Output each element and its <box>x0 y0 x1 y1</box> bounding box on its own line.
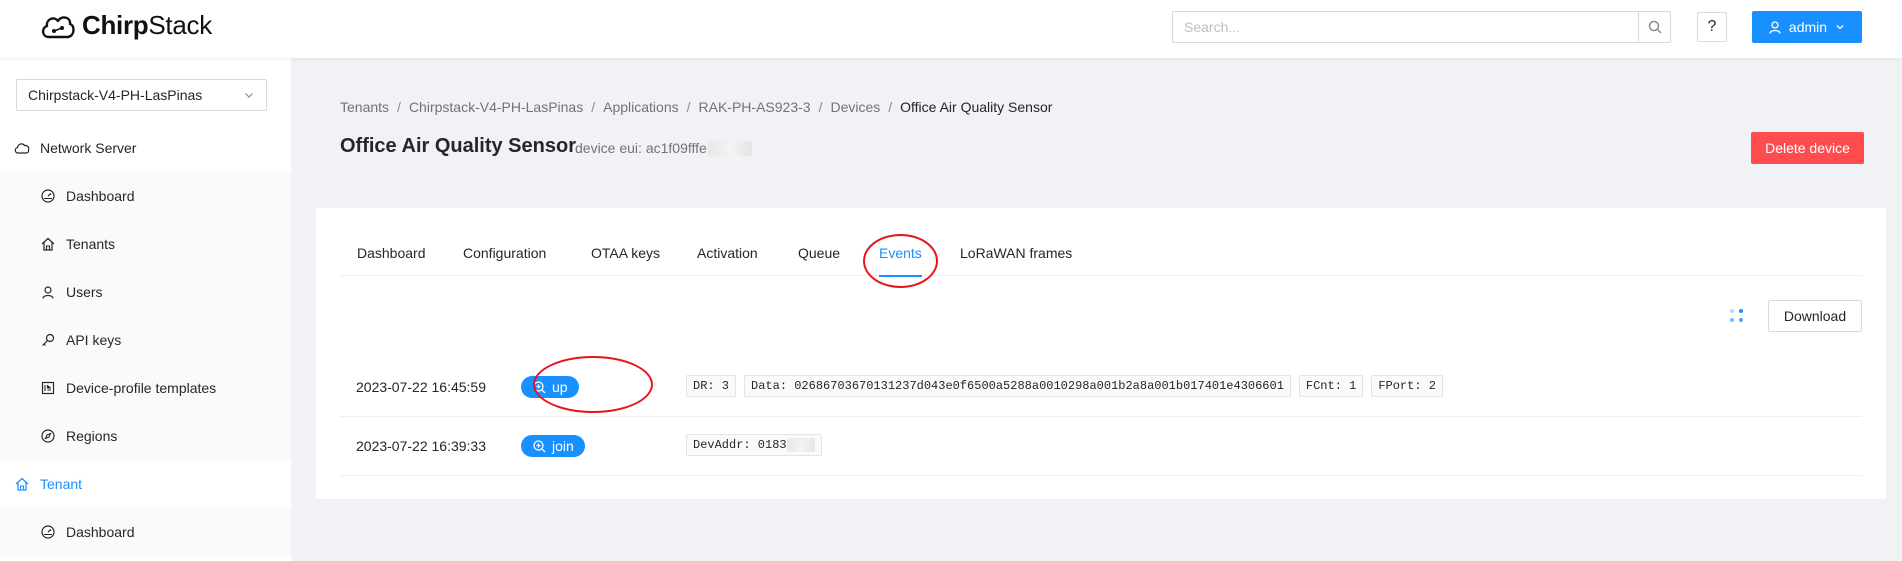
download-button[interactable]: Download <box>1768 300 1862 332</box>
breadcrumb-separator: / <box>686 99 691 115</box>
device-eui-text: device eui: ac1f09fffe <box>575 140 707 156</box>
device-card: Dashboard Configuration OTAA keys Activa… <box>316 208 1886 499</box>
tab-otaa-keys[interactable]: OTAA keys <box>591 230 660 276</box>
sidebar-item-ns-dashboard[interactable]: Dashboard <box>0 172 291 220</box>
breadcrumb-devices[interactable]: Devices <box>830 99 880 115</box>
event-code-data: Data: 02686703670131237d043e0f6500a5288a… <box>744 375 1291 397</box>
chevron-down-icon <box>1836 25 1844 30</box>
event-time: 2023-07-22 16:45:59 <box>356 379 486 395</box>
event-type-tag-up[interactable]: up <box>521 376 579 398</box>
compass-icon <box>40 428 56 444</box>
tenant-select[interactable]: Chirpstack-V4-PH-LasPinas <box>16 79 267 111</box>
page-title: Office Air Quality Sensor <box>340 135 576 157</box>
breadcrumb-tenant[interactable]: Chirpstack-V4-PH-LasPinas <box>409 99 583 115</box>
loading-spinner-icon <box>1730 309 1744 323</box>
event-details: DR: 3 Data: 02686703670131237d043e0f6500… <box>686 375 1443 397</box>
tab-events[interactable]: Events <box>879 230 922 277</box>
event-code-dr: DR: 3 <box>686 375 737 397</box>
event-time: 2023-07-22 16:39:33 <box>356 438 486 454</box>
chevron-down-icon <box>243 89 255 101</box>
tenant-select-value: Chirpstack-V4-PH-LasPinas <box>28 87 203 103</box>
event-type-label: up <box>552 379 568 395</box>
redacted-block <box>707 140 752 156</box>
zoom-in-icon <box>533 439 546 452</box>
tab-activation[interactable]: Activation <box>697 230 758 276</box>
home-icon <box>14 476 30 492</box>
breadcrumb-application[interactable]: RAK-PH-AS923-3 <box>699 99 811 115</box>
sidebar-item-regions[interactable]: Regions <box>0 412 291 460</box>
dashboard-icon <box>40 524 56 540</box>
sidebar-item-tenant-dashboard[interactable]: Dashboard <box>0 508 291 556</box>
tab-bar: Dashboard Configuration OTAA keys Activa… <box>340 230 1862 277</box>
chirpstack-logo-icon <box>41 15 75 38</box>
event-code-devaddr: DevAddr: 0183 <box>686 434 822 456</box>
breadcrumb-separator: / <box>397 99 401 115</box>
template-icon <box>40 380 56 396</box>
key-icon <box>40 332 56 348</box>
sidebar-item-device-profile-templates[interactable]: Device-profile templates <box>0 364 291 412</box>
dashboard-icon <box>40 188 56 204</box>
breadcrumb-current: Office Air Quality Sensor <box>900 99 1053 115</box>
sidebar-item-label: Dashboard <box>66 524 135 540</box>
sidebar-item-label: Tenants <box>66 236 116 252</box>
tab-queue[interactable]: Queue <box>798 230 840 276</box>
sidebar-item-label: Dashboard <box>66 188 135 204</box>
sidebar-item-users[interactable]: Users <box>0 268 291 316</box>
menu-group-network-server[interactable]: Network Server <box>0 124 291 172</box>
help-button[interactable]: ? <box>1697 12 1727 42</box>
breadcrumb: Tenants / Chirpstack-V4-PH-LasPinas / Appl… <box>340 99 1052 115</box>
home-icon <box>40 236 56 252</box>
event-row: 2023-07-22 16:45:59 up DR: 3 Data: 02686… <box>340 358 1862 417</box>
question-icon: ? <box>1707 18 1717 35</box>
search-icon <box>1648 20 1662 34</box>
event-row: 2023-07-22 16:39:33 join DevAddr: 0183 <box>340 417 1862 476</box>
sidebar: Chirpstack-V4-PH-LasPinas Network Server… <box>0 58 291 561</box>
breadcrumb-separator: / <box>591 99 596 115</box>
sidebar-item-api-keys[interactable]: API keys <box>0 316 291 364</box>
tab-lorawan-frames[interactable]: LoRaWAN frames <box>960 230 1072 276</box>
zoom-in-icon <box>533 380 546 393</box>
redacted-block <box>786 438 815 452</box>
cloud-icon <box>14 140 30 156</box>
menu-group-label: Network Server <box>40 140 137 156</box>
event-type-label: join <box>552 438 574 454</box>
breadcrumb-separator: / <box>888 99 893 115</box>
sidebar-item-tenants[interactable]: Tenants <box>0 220 291 268</box>
event-type-tag-join[interactable]: join <box>521 435 585 457</box>
search-button[interactable] <box>1638 12 1670 42</box>
event-code-fcnt: FCnt: 1 <box>1298 375 1364 397</box>
delete-device-button[interactable]: Delete device <box>1751 132 1864 164</box>
tab-dashboard[interactable]: Dashboard <box>357 230 426 276</box>
sidebar-item-label: Users <box>66 284 103 300</box>
user-name: admin <box>1788 19 1828 35</box>
user-menu-button[interactable]: admin <box>1752 11 1862 43</box>
breadcrumb-tenants[interactable]: Tenants <box>340 99 389 115</box>
breadcrumb-separator: / <box>818 99 823 115</box>
devaddr-text: DevAddr: 0183 <box>693 438 787 452</box>
chirpstack-logo[interactable]: ChirpStack <box>40 10 212 41</box>
logo-text: ChirpStack <box>82 10 212 40</box>
search-box <box>1172 11 1671 43</box>
tab-configuration[interactable]: Configuration <box>463 230 546 276</box>
top-header: ChirpStack ? admin <box>0 0 1902 58</box>
event-code-fport: FPort: 2 <box>1371 375 1443 397</box>
user-icon <box>1769 20 1781 34</box>
event-details: DevAddr: 0183 <box>686 434 822 456</box>
sidebar-item-label: Device-profile templates <box>66 380 217 396</box>
menu-group-tenant[interactable]: Tenant <box>0 460 291 508</box>
user-icon <box>40 284 56 300</box>
menu-group-label: Tenant <box>40 476 83 492</box>
page-subtitle: device eui: ac1f09fffe <box>575 140 752 156</box>
breadcrumb-applications[interactable]: Applications <box>603 99 679 115</box>
sidebar-item-label: Regions <box>66 428 118 444</box>
sidebar-item-label: API keys <box>66 332 122 348</box>
search-input[interactable] <box>1173 12 1638 42</box>
